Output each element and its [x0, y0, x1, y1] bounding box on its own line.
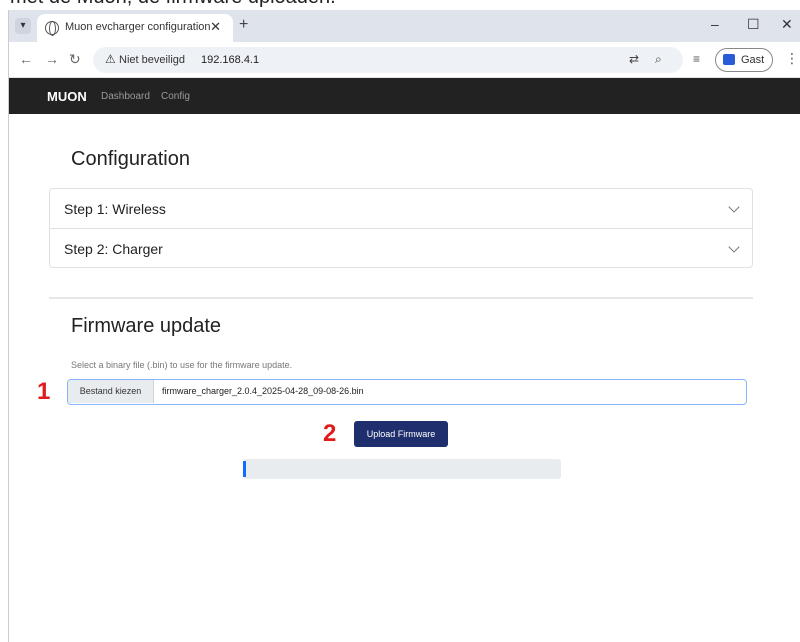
media-controls-icon[interactable]: ≡: [693, 52, 700, 66]
upload-progress-bar: [243, 459, 561, 479]
selected-file-name: firmware_charger_2.0.4_2025-04-28_09-08-…: [162, 386, 364, 396]
guest-profile-icon: [723, 54, 735, 65]
more-menu-icon[interactable]: ⋮: [785, 50, 799, 67]
browser-toolbar: ← → ↻ ⚠ Niet beveiligd 192.168.4.1 ⇄ ⌕ ≡…: [9, 42, 800, 78]
minimize-button[interactable]: –: [711, 16, 719, 32]
chevron-down-icon: [728, 241, 740, 253]
reload-icon[interactable]: ↻: [69, 51, 81, 68]
browser-window: ▾ Muon evcharger configuration ✕ + – ☐ ✕…: [8, 10, 800, 642]
tab-search-icon[interactable]: ▾: [15, 18, 31, 34]
accordion-item-wireless[interactable]: Step 1: Wireless: [50, 189, 752, 229]
firmware-help-text: Select a binary file (.bin) to use for t…: [71, 360, 293, 370]
forward-arrow-icon[interactable]: →: [45, 51, 59, 67]
firmware-file-input[interactable]: Bestand kiezen firmware_charger_2.0.4_20…: [67, 379, 747, 405]
configuration-accordion: Step 1: Wireless Step 2: Charger: [49, 188, 753, 268]
chevron-down-icon: [728, 201, 740, 213]
tab-close-icon[interactable]: ✕: [210, 19, 221, 35]
accordion-label-wireless: Step 1: Wireless: [64, 201, 166, 217]
close-window-button[interactable]: ✕: [781, 16, 793, 33]
caption-text-strip: met de Muon, de firmware uploaden.: [0, 0, 800, 10]
accordion-label-charger: Step 2: Charger: [64, 241, 163, 257]
nav-link-dashboard[interactable]: Dashboard: [101, 91, 150, 102]
security-label[interactable]: Niet beveiligd: [119, 54, 185, 66]
upload-firmware-button[interactable]: Upload Firmware: [354, 421, 448, 447]
maximize-button[interactable]: ☐: [747, 16, 760, 33]
accordion-item-charger[interactable]: Step 2: Charger: [50, 228, 752, 268]
app-navbar: MUON Dashboard Config: [9, 78, 800, 114]
address-bar[interactable]: ⚠ Niet beveiligd 192.168.4.1 ⇄ ⌕: [93, 47, 683, 73]
tab-title: Muon evcharger configuration: [65, 21, 211, 33]
brand-logo[interactable]: MUON: [47, 89, 87, 104]
configuration-heading: Configuration: [71, 148, 190, 170]
upload-progress-fill: [243, 461, 246, 477]
firmware-heading: Firmware update: [71, 315, 222, 337]
warning-icon[interactable]: ⚠: [105, 52, 116, 66]
zoom-icon[interactable]: ⌕: [655, 52, 662, 67]
profile-button[interactable]: Gast: [715, 48, 773, 72]
caption-text: met de Muon, de firmware uploaden.: [10, 0, 336, 9]
back-arrow-icon[interactable]: ←: [19, 51, 33, 67]
new-tab-button[interactable]: +: [239, 16, 248, 34]
url-text[interactable]: 192.168.4.1: [201, 54, 259, 66]
tab-strip: ▾ Muon evcharger configuration ✕ + – ☐ ✕: [9, 10, 800, 42]
globe-icon: [45, 21, 59, 36]
nav-link-config[interactable]: Config: [161, 91, 190, 102]
annotation-marker-1: 1: [37, 378, 51, 405]
profile-label: Gast: [741, 54, 765, 66]
translate-icon[interactable]: ⇄: [629, 52, 639, 66]
annotation-marker-2: 2: [323, 420, 337, 447]
section-divider: [49, 297, 753, 299]
choose-file-button[interactable]: Bestand kiezen: [68, 380, 154, 403]
browser-tab[interactable]: Muon evcharger configuration ✕: [37, 14, 233, 42]
